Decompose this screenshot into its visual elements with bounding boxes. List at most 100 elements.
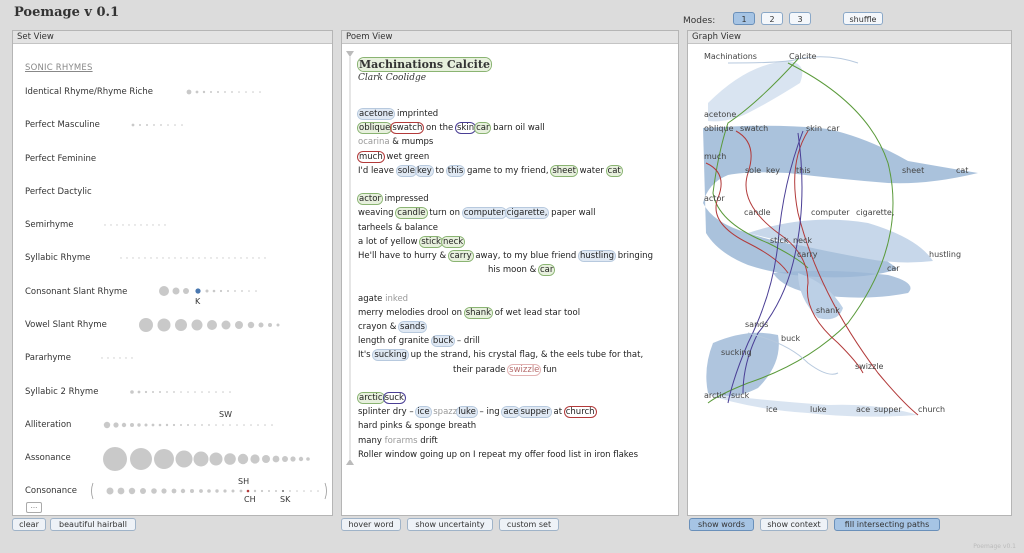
poem-word-highlight[interactable]: key: [415, 165, 433, 176]
clear-button[interactable]: clear: [12, 518, 46, 531]
poem-word-highlight[interactable]: hustling: [579, 251, 616, 261]
poem-text: a lot of yellow: [358, 236, 421, 247]
poem-word-highlight[interactable]: suck: [384, 393, 405, 403]
graph-word-ace[interactable]: ace: [856, 405, 870, 414]
graph-word-swizzle[interactable]: swizzle: [855, 362, 883, 371]
poem-word-highlight[interactable]: ace: [502, 407, 520, 418]
graph-word-oblique[interactable]: oblique: [704, 124, 734, 133]
graph-word-church[interactable]: church: [918, 405, 945, 414]
graph-word-buck[interactable]: buck: [781, 334, 800, 343]
more-sets-button[interactable]: ...: [26, 502, 42, 513]
poem-text: Roller window going up on I repeat my of…: [358, 449, 639, 460]
poem-word-highlight[interactable]: sheet: [551, 165, 577, 176]
poem-word-highlight[interactable]: church: [565, 407, 596, 417]
poem-word-highlight[interactable]: acetone: [358, 109, 395, 119]
show-words-button[interactable]: show words: [689, 518, 754, 531]
poem-text: It's: [358, 350, 374, 361]
poem-word-highlight[interactable]: spazz: [431, 407, 457, 417]
graph-word-key[interactable]: key: [766, 166, 780, 175]
graph-word-computer[interactable]: computer: [811, 208, 850, 217]
graph-word-arctic[interactable]: arctic: [704, 391, 726, 400]
shuffle-button[interactable]: shuffle: [843, 12, 883, 25]
poem-word-highlight[interactable]: stick: [420, 236, 442, 247]
graph-word-sole[interactable]: sole: [745, 166, 761, 175]
graph-word-car-1[interactable]: car: [827, 124, 840, 133]
dots-consonance: [91, 482, 327, 500]
graph-word-this[interactable]: this: [796, 166, 811, 175]
graph-word-sucking[interactable]: sucking: [721, 348, 752, 357]
poem-word-highlight[interactable]: much: [358, 152, 384, 162]
graph-canvas[interactable]: [688, 43, 1011, 515]
graph-word-shank[interactable]: shank: [816, 306, 840, 315]
graph-word-acetone[interactable]: acetone: [704, 110, 736, 119]
poem-word-highlight[interactable]: sands: [399, 322, 426, 332]
custom-set-button[interactable]: custom set: [499, 518, 559, 531]
poem-line: much wet green: [358, 152, 429, 162]
graph-word-supper[interactable]: supper: [874, 405, 902, 414]
graph-word-machinations[interactable]: Machinations: [704, 52, 757, 61]
mode-button-3[interactable]: 3: [789, 12, 811, 25]
poem-word-highlight[interactable]: oblique: [358, 123, 392, 134]
rhyme-dot-rows[interactable]: [13, 31, 343, 511]
poem-title: Machinations Calcite: [358, 58, 491, 71]
graph-word-car-2[interactable]: car: [887, 264, 900, 273]
poem-word-highlight[interactable]: sucking: [373, 350, 408, 361]
dots-syllabic-2: [130, 390, 231, 394]
poem-word-highlight[interactable]: carry: [448, 251, 473, 261]
poem-word-highlight[interactable]: sole: [396, 165, 416, 176]
poem-word-highlight[interactable]: candle: [396, 208, 427, 219]
graph-word-sands[interactable]: sands: [745, 320, 768, 329]
poem-line: his moon & car: [488, 265, 555, 276]
poem-word-highlight[interactable]: buck: [431, 336, 455, 347]
poem-word-highlight[interactable]: ocarina: [358, 137, 390, 147]
poem-word-highlight[interactable]: cigarette,: [505, 208, 549, 219]
graph-word-neck[interactable]: neck: [793, 236, 812, 245]
graph-word-skin[interactable]: skin: [806, 124, 822, 133]
poem-word-highlight[interactable]: arctic: [358, 393, 384, 403]
poem-word-highlight[interactable]: computer: [462, 208, 506, 219]
poem-word-highlight[interactable]: car: [538, 265, 555, 276]
graph-word-stick[interactable]: stick: [770, 236, 789, 245]
poem-word-highlight[interactable]: swizzle: [508, 365, 540, 375]
poem-line: agate inked: [358, 294, 408, 304]
poem-word-highlight[interactable]: luke: [457, 407, 477, 418]
graph-word-actor[interactable]: actor: [704, 194, 725, 203]
hover-word-button[interactable]: hover word: [341, 518, 401, 531]
graph-word-ice[interactable]: ice: [766, 405, 778, 414]
poem-line: merry melodies drool on shank of wet lea…: [358, 307, 580, 318]
graph-word-hustling[interactable]: hustling: [929, 250, 961, 259]
poem-text: tarheels & balance: [358, 222, 439, 233]
poem-word-highlight[interactable]: supper: [519, 407, 551, 418]
poem-word-highlight[interactable]: inked: [385, 294, 408, 304]
poem-word-highlight[interactable]: car: [475, 123, 491, 134]
poem-scroll-track[interactable]: [345, 49, 355, 469]
poem-word-highlight[interactable]: ice: [416, 407, 431, 418]
graph-word-much[interactable]: much: [704, 152, 726, 161]
graph-word-sheet[interactable]: sheet: [902, 166, 924, 175]
poem-word-highlight[interactable]: this: [446, 165, 465, 176]
poem-word-highlight[interactable]: neck: [441, 236, 465, 247]
graph-word-candle[interactable]: candle: [744, 208, 771, 217]
graph-word-cat[interactable]: cat: [956, 166, 968, 175]
poem-word-highlight[interactable]: swatch: [391, 123, 423, 133]
graph-word-calcite[interactable]: Calcite: [789, 52, 816, 61]
poem-word-highlight[interactable]: shank: [464, 307, 493, 318]
set-view-panel: Set View SONIC RHYMES Identical Rhyme/Rh…: [12, 30, 333, 516]
poem-word-highlight[interactable]: forarms: [385, 436, 418, 446]
graph-word-carry[interactable]: carry: [797, 250, 817, 259]
poem-title-text[interactable]: Machinations Calcite: [358, 58, 491, 71]
mode-button-2[interactable]: 2: [761, 12, 783, 25]
show-uncertainty-button[interactable]: show uncertainty: [407, 518, 493, 531]
graph-word-suck[interactable]: suck: [731, 391, 749, 400]
graph-word-luke[interactable]: luke: [810, 405, 827, 414]
mode-button-1[interactable]: 1: [733, 12, 755, 25]
fill-intersecting-paths-button[interactable]: fill intersecting paths: [834, 518, 940, 531]
graph-word-cigarette[interactable]: cigarette,: [856, 208, 894, 217]
poem-word-highlight[interactable]: cat: [606, 165, 622, 176]
show-context-button[interactable]: show context: [760, 518, 828, 531]
poem-word-highlight[interactable]: actor: [358, 194, 382, 205]
beautiful-hairball-button[interactable]: beautiful hairball: [50, 518, 136, 531]
graph-word-swatch[interactable]: swatch: [740, 124, 768, 133]
poem-text: away, to my blue friend: [472, 251, 580, 261]
poem-word-highlight[interactable]: skin: [456, 123, 475, 133]
